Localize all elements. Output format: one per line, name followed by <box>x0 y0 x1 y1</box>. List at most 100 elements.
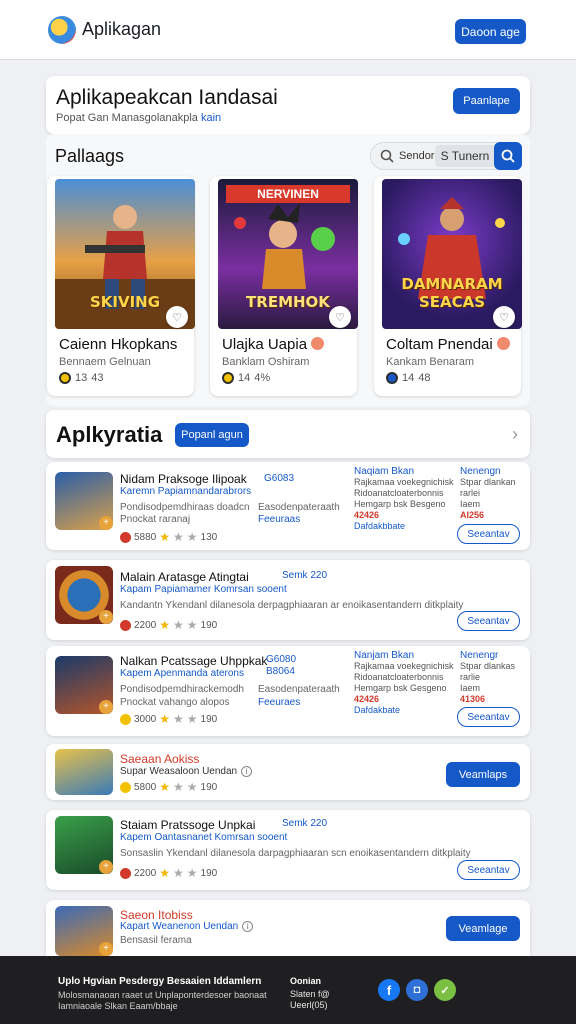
game-name-text: Ulajka Uapia <box>222 336 308 353</box>
hero-subtitle-link[interactable]: kain <box>201 112 221 124</box>
app-title: Nidam Praksoge Ilipoak <box>120 472 247 486</box>
app-description: Pnockat vahango alopos <box>120 697 230 708</box>
app-action-button[interactable]: Veamlaps <box>446 762 520 787</box>
star-icon: ★ <box>186 618 198 632</box>
game-developer: Bennaem Gelnuan <box>59 356 151 368</box>
section-button[interactable]: Popanl agun <box>175 423 249 447</box>
star-icon: ★ <box>173 780 184 794</box>
star-icon: ★ <box>173 618 184 632</box>
app-tag: B8064 <box>266 666 295 677</box>
column-line: Hemgarp bsk Besgeno <box>354 499 446 509</box>
hero-button[interactable]: Paanlape <box>453 88 520 114</box>
heart-icon[interactable]: ♡ <box>329 306 351 328</box>
heart-icon[interactable]: ♡ <box>166 306 188 328</box>
game-name-text: Coltam Pnendai <box>386 336 493 353</box>
chat-icon[interactable]: ✓ <box>434 979 456 1001</box>
app-list-item[interactable]: Saeaan Aokiss Supar Weasaloon Uendan i 58… <box>46 744 530 800</box>
app-detail-link[interactable]: Feeuraas <box>258 514 300 525</box>
facebook-icon[interactable]: f <box>378 979 400 1001</box>
game-reviews: 43 <box>91 372 104 384</box>
footer-link[interactable]: Slaten f@ <box>290 989 330 999</box>
instagram-icon[interactable]: ◘ <box>406 979 428 1001</box>
star-icon: ★ <box>159 530 171 544</box>
star-icon: ★ <box>173 712 184 726</box>
app-list-item[interactable]: + Malain Aratasge Atingtai Semk 220 Kapa… <box>46 560 530 640</box>
star-icon: ★ <box>173 866 184 880</box>
column-link[interactable]: Dafdakbbate <box>354 521 454 532</box>
game-rating: 14 <box>402 372 415 384</box>
app-action-button[interactable]: Seeantav <box>457 524 520 544</box>
star-icon: ★ <box>159 618 171 632</box>
plus-badge-icon: + <box>99 942 113 956</box>
info-icon[interactable]: i <box>242 921 254 932</box>
featured-card[interactable]: DAMNARAM SEACAS ♡ Coltam Pnendai Kankam … <box>374 176 522 396</box>
app-thumbnail: + <box>55 906 113 956</box>
app-list-item[interactable]: + Nalkan Pcatssage Uhppkak G6080 B8064 K… <box>46 646 530 736</box>
column-line: Iaem <box>460 683 481 693</box>
game-meta: 14 48 <box>386 372 431 384</box>
star-icon: ★ <box>159 712 171 726</box>
chevron-right-icon[interactable]: › <box>512 424 518 445</box>
game-meta: 13 43 <box>59 372 104 384</box>
app-name: Aplikagan <box>82 19 162 39</box>
game-meta: 14 4% <box>222 372 270 384</box>
rating-dot-icon <box>120 781 131 793</box>
app-thumbnail: + <box>55 472 113 530</box>
app-subtitle: Kapam Papiamamer Komrsan sooent <box>120 584 287 595</box>
app-description: Pnockat raranaj <box>120 514 191 525</box>
column-link[interactable]: Dafdakbate <box>354 705 454 716</box>
app-title: Nalkan Pcatssage Uhppkak <box>120 654 268 668</box>
app-action-button[interactable]: Seeantav <box>457 707 520 727</box>
app-description: Pondisodpemdhiraas doadcn <box>120 502 250 513</box>
star-icon: ★ <box>159 780 171 794</box>
app-action-button[interactable]: Seeantav <box>457 611 520 631</box>
app-subtitle-text: Supar Weasaloon Uendan <box>120 766 238 777</box>
featured-card[interactable]: SKIVING ♡ Caienn Hkopkans Bennaem Gelnua… <box>47 176 195 396</box>
apps-section-header: Aplkyratia Popanl agun › <box>46 410 530 458</box>
footer: Uplo Hgvian Pesdergy Besaaien Iddamlern … <box>0 956 576 1024</box>
heart-icon[interactable]: ♡ <box>493 306 515 328</box>
info-icon[interactable]: i <box>241 766 253 777</box>
search-term[interactable]: S Tunern <box>435 145 495 167</box>
popular-title: Pallaags <box>55 146 125 166</box>
rating-dot-icon <box>120 531 131 543</box>
footer-text: Molosmanaoan raaet ut Unplaponterdesoer … <box>58 990 267 1000</box>
column-heading: Nenengr <box>460 650 499 661</box>
app-action-button[interactable]: Seeantav <box>457 860 520 880</box>
app-list-item[interactable]: + Nidam Praksoge Ilipoak G6083 Karemn Pa… <box>46 462 530 550</box>
app-detail-link[interactable]: Feeuraes <box>258 697 300 708</box>
app-tag: Semk 220 <box>282 818 328 829</box>
featured-card[interactable]: NERVINEN TREMHOK ♡ Ulajka Uapia Banklam … <box>210 176 358 396</box>
search-button[interactable] <box>494 142 522 170</box>
star-icon: ★ <box>173 530 184 544</box>
column-price: 41306 <box>460 694 486 704</box>
status-dot <box>496 337 510 350</box>
rating-value: 5880 <box>134 531 157 543</box>
search-bar[interactable]: Sendorn S Tunern <box>370 142 522 170</box>
app-info-column: Naqiam Bkan Rajkamaa voekegnichisk Ridoa… <box>354 466 454 532</box>
column-line: rarlei <box>460 488 481 498</box>
rating-count: 190 <box>200 619 218 631</box>
app-info-column: Nanjam Bkan Rajkamaa voekegnichisk Ridoa… <box>354 650 454 716</box>
app-rating: 2200 ★ ★ ★ 190 <box>120 618 217 632</box>
footer-link[interactable]: Ueerl(05) <box>290 1000 328 1010</box>
app-rating: 2200 ★ ★ ★ 190 <box>120 866 217 880</box>
game-name: Ulajka Uapia <box>222 336 325 353</box>
header-button[interactable]: Daoon age <box>455 19 526 44</box>
app-thumbnail <box>55 749 113 795</box>
app-logo-icon[interactable] <box>48 15 76 44</box>
star-icon: ★ <box>186 866 198 880</box>
footer-link[interactable]: Oonian <box>290 976 321 986</box>
app-title: Staiam Pratssoge Unpkai <box>120 818 256 832</box>
rating-value: 2200 <box>134 619 157 631</box>
app-rating: 5800 ★ ★ ★ 190 <box>120 780 217 794</box>
app-list-item[interactable]: + Staiam Pratssoge Unpkai Semk 220 Kapem… <box>46 810 530 890</box>
column-line: Ridoanatcloaterbonnis <box>354 488 444 498</box>
rating-count: 190 <box>200 867 218 879</box>
app-subtitle: Kapem Apenmanda aterons <box>120 668 244 679</box>
column-price: 42426 <box>354 510 380 520</box>
app-action-button[interactable]: Veamlage <box>446 916 520 941</box>
app-tag: Semk 220 <box>282 570 328 581</box>
app-description: Pondisodpemdhirackemodh <box>120 684 244 695</box>
app-list-item[interactable]: + Saeon Itobiss Kapart Weanenon Uendan i … <box>46 900 530 956</box>
